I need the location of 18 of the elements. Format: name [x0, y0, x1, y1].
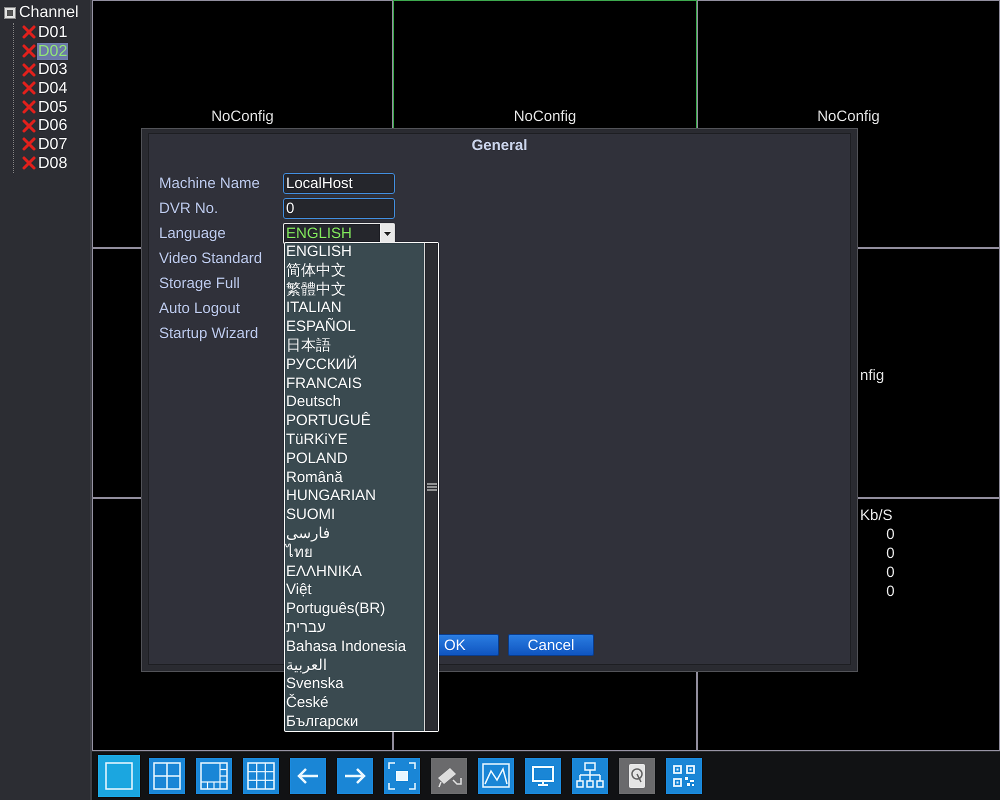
field-label: Language — [159, 225, 227, 242]
bitrate-value: 0 — [886, 525, 895, 544]
bitrate-value: 0 — [886, 563, 895, 582]
bitrate-header: Kb/S — [860, 506, 893, 525]
channel-status: nfig — [860, 367, 884, 384]
bitrate-value: 0 — [886, 582, 895, 601]
field-label: Storage Full — [159, 275, 241, 292]
bitrate-value: 0 — [886, 544, 895, 563]
channel-status: NoConfig — [211, 108, 274, 125]
field-label: Startup Wizard — [159, 325, 260, 342]
field-label: Auto Logout — [159, 300, 241, 317]
channel-status: NoConfig — [817, 108, 880, 125]
channel-status: NoConfig — [514, 108, 576, 125]
channel-title: Channel — [19, 4, 79, 22]
field-label: DVR No. — [159, 200, 220, 217]
dialog-title: General — [470, 136, 528, 154]
field-label: Machine Name — [159, 175, 261, 192]
field-label: Video Standard — [159, 250, 264, 267]
